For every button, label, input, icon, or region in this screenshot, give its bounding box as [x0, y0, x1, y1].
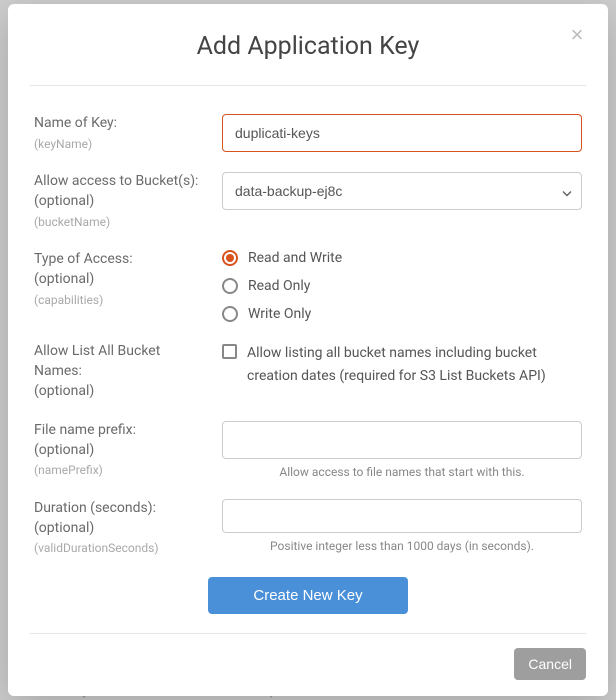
bucket-select[interactable]: data-backup-ej8c	[222, 172, 582, 210]
radio-label: Read Only	[248, 278, 310, 294]
radio-icon	[222, 250, 238, 266]
label-optional: (optional)	[34, 382, 210, 402]
label-optional: (optional)	[34, 519, 210, 539]
radio-icon	[222, 278, 238, 294]
create-key-button[interactable]: Create New Key	[208, 577, 407, 614]
duration-input[interactable]	[222, 499, 582, 533]
label-text: Allow access to Bucket(s):	[34, 172, 210, 192]
prefix-input[interactable]	[222, 421, 582, 459]
radio-write-only[interactable]: Write Only	[222, 306, 582, 322]
help-text: Allow access to file names that start wi…	[222, 465, 582, 479]
label-tech: (validDurationSeconds)	[34, 540, 210, 557]
radio-label: Read and Write	[248, 250, 342, 266]
label-bucket: Allow access to Bucket(s): (optional) (b…	[34, 172, 222, 230]
label-tech: (bucketName)	[34, 214, 210, 231]
label-access: Type of Access: (optional) (capabilities…	[34, 250, 222, 308]
list-all-checkbox[interactable]: Allow listing all bucket names including…	[222, 342, 582, 387]
checkbox-label: Allow listing all bucket names including…	[247, 342, 582, 387]
access-radio-group: Read and Write Read Only Write Only	[222, 250, 582, 322]
submit-row: Create New Key	[34, 577, 582, 614]
label-tech: (capabilities)	[34, 292, 210, 309]
radio-icon	[222, 306, 238, 322]
row-key-name: Name of Key: (keyName)	[34, 114, 582, 152]
label-text: Name of Key:	[34, 114, 210, 134]
row-list-all: Allow List All Bucket Names: (optional) …	[34, 342, 582, 401]
label-key-name: Name of Key: (keyName)	[34, 114, 222, 152]
label-text: Duration (seconds):	[34, 499, 210, 519]
help-text: Positive integer less than 1000 days (in…	[222, 539, 582, 553]
cancel-button[interactable]: Cancel	[514, 648, 586, 680]
label-text: File name prefix:	[34, 421, 210, 441]
modal-footer: Cancel	[8, 634, 608, 696]
label-list-all: Allow List All Bucket Names: (optional)	[34, 342, 222, 401]
label-prefix: File name prefix: (optional) (namePrefix…	[34, 421, 222, 479]
label-tech: (namePrefix)	[34, 462, 210, 479]
modal-body: Name of Key: (keyName) Allow access to B…	[8, 86, 608, 633]
add-app-key-modal: Add Application Key × Name of Key: (keyN…	[8, 4, 608, 696]
checkbox-icon	[222, 344, 237, 359]
label-optional: (optional)	[34, 270, 210, 290]
row-duration: Duration (seconds): (optional) (validDur…	[34, 499, 582, 557]
radio-label: Write Only	[248, 306, 311, 322]
modal-title: Add Application Key	[28, 32, 588, 61]
close-icon[interactable]: ×	[568, 26, 586, 44]
label-tech: (keyName)	[34, 136, 210, 153]
radio-read-only[interactable]: Read Only	[222, 278, 582, 294]
label-optional: (optional)	[34, 441, 210, 461]
label-optional: (optional)	[34, 192, 210, 212]
label-text: Type of Access:	[34, 250, 210, 270]
label-text: Allow List All Bucket Names:	[34, 342, 210, 381]
label-duration: Duration (seconds): (optional) (validDur…	[34, 499, 222, 557]
radio-read-write[interactable]: Read and Write	[222, 250, 582, 266]
row-access-type: Type of Access: (optional) (capabilities…	[34, 250, 582, 322]
modal-header: Add Application Key ×	[8, 4, 608, 85]
row-prefix: File name prefix: (optional) (namePrefix…	[34, 421, 582, 479]
row-bucket: Allow access to Bucket(s): (optional) (b…	[34, 172, 582, 230]
key-name-input[interactable]	[222, 114, 582, 152]
